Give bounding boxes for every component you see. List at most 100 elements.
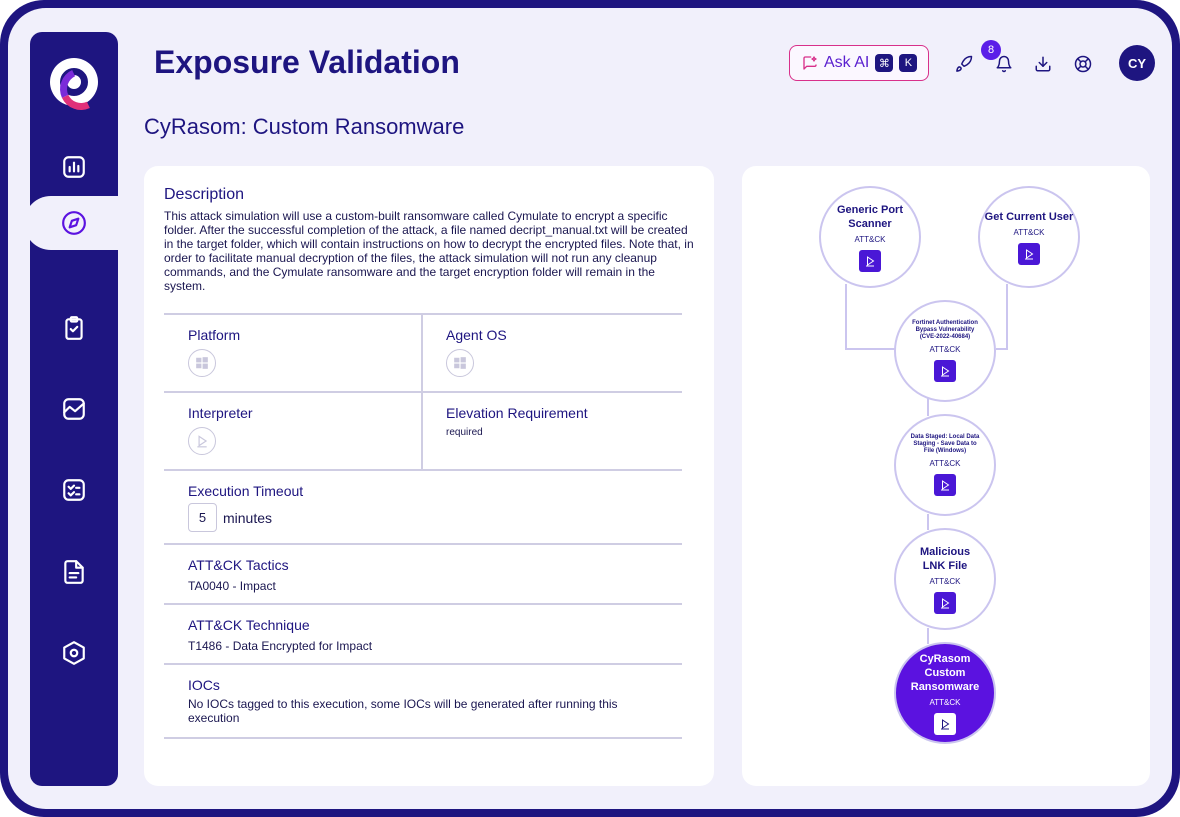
- logo-icon: [60, 68, 88, 96]
- compass-icon: [62, 211, 86, 235]
- flow-connector: [845, 284, 847, 350]
- rocket-button[interactable]: [952, 52, 976, 76]
- flow-connector: [845, 348, 897, 350]
- node-subtitle: ATT&CK: [929, 697, 961, 707]
- divider: [164, 313, 682, 315]
- shortcut-mod-key: ⌘: [875, 54, 894, 72]
- sidebar-item-checklist[interactable]: [30, 463, 118, 517]
- node-subtitle: ATT&CK: [1013, 227, 1045, 237]
- hexagon-settings-icon: [63, 641, 85, 665]
- timeout-field: Execution Timeout 5 minutes: [188, 483, 303, 532]
- flow-node[interactable]: Generic Port Scanner ATT&CK: [819, 186, 921, 288]
- elevation-field: Elevation Requirement required: [446, 405, 588, 438]
- windows-icon: [446, 349, 474, 377]
- divider: [164, 737, 682, 739]
- play-icon[interactable]: [934, 360, 956, 382]
- app-frame: Exposure Validation Ask AI ⌘ K 8 CY CyRa…: [0, 0, 1180, 817]
- node-title: Fortinet Authentication Bypass Vulnerabi…: [912, 320, 978, 340]
- sidebar-item-explore[interactable]: [30, 196, 118, 250]
- sidebar-item-dashboard[interactable]: [30, 140, 118, 194]
- flow-node[interactable]: Get Current User ATT&CK: [978, 186, 1080, 288]
- divider: [164, 663, 682, 665]
- interpreter-field: Interpreter: [188, 405, 253, 455]
- play-icon[interactable]: [934, 712, 956, 735]
- iocs-label: IOCs: [188, 677, 220, 693]
- play-icon: [188, 427, 216, 455]
- elevation-value: required: [446, 427, 483, 438]
- sidebar-item-analytics[interactable]: [30, 382, 118, 436]
- node-subtitle: ATT&CK: [854, 234, 886, 244]
- platform-field: Platform: [188, 327, 240, 377]
- flow-node-active[interactable]: CyRasom Custom Ransomware ATT&CK: [894, 642, 996, 744]
- play-icon[interactable]: [1018, 242, 1040, 265]
- node-title: CyRasom Custom Ransomware: [910, 652, 980, 693]
- flow-connector: [996, 348, 1008, 350]
- divider: [164, 543, 682, 545]
- iocs-field: IOCs No IOCs tagged to this execution, s…: [188, 677, 668, 725]
- node-title: Data Staged: Local Data Staging - Save D…: [910, 434, 980, 454]
- play-icon[interactable]: [859, 249, 881, 272]
- description-label: Description: [164, 186, 245, 203]
- tactics-label: ATT&CK Tactics: [188, 557, 289, 573]
- flow-node[interactable]: Data Staged: Local Data Staging - Save D…: [894, 414, 996, 516]
- details-card: Description This attack simulation will …: [144, 166, 714, 786]
- user-avatar[interactable]: CY: [1119, 45, 1155, 81]
- checklist-icon: [63, 479, 85, 501]
- technique-field: ATT&CK Technique T1486 - Data Encrypted …: [188, 617, 372, 653]
- download-button[interactable]: [1031, 52, 1055, 76]
- play-icon[interactable]: [934, 591, 956, 614]
- chart-icon: [63, 156, 85, 178]
- rocket-icon: [956, 55, 973, 72]
- clipboard-check-icon: [65, 316, 83, 340]
- node-subtitle: ATT&CK: [929, 576, 961, 586]
- technique-value: T1486 - Data Encrypted for Impact: [188, 639, 373, 653]
- flow-node[interactable]: Malicious LNK File ATT&CK: [894, 528, 996, 630]
- flow-node[interactable]: Fortinet Authentication Bypass Vulnerabi…: [894, 300, 996, 402]
- ask-ai-button[interactable]: Ask AI ⌘ K: [789, 45, 929, 81]
- tactics-field: ATT&CK Tactics TA0040 - Impact: [188, 557, 289, 593]
- attack-title: CyRasom: Custom Ransomware: [144, 114, 465, 139]
- description-text: This attack simulation will use a custom…: [164, 209, 694, 293]
- divider: [164, 469, 682, 471]
- interpreter-label: Interpreter: [188, 405, 253, 421]
- timeout-unit: minutes: [223, 509, 273, 526]
- tactics-value: TA0040 - Impact: [188, 579, 276, 593]
- technique-label: ATT&CK Technique: [188, 617, 310, 633]
- flow-connector: [1006, 284, 1008, 350]
- play-icon[interactable]: [934, 474, 956, 496]
- divider: [164, 603, 682, 605]
- node-subtitle: ATT&CK: [929, 459, 961, 468]
- notification-badge: 8: [981, 40, 1001, 60]
- ask-ai-label: Ask AI: [824, 54, 870, 71]
- line-chart-icon: [63, 398, 85, 420]
- lifebuoy-icon: [1074, 55, 1092, 73]
- sidebar-item-settings[interactable]: [30, 626, 118, 680]
- app-window: Exposure Validation Ask AI ⌘ K 8 CY CyRa…: [8, 8, 1172, 809]
- attack-flow-card: Generic Port Scanner ATT&CK Get Current …: [742, 166, 1150, 786]
- bell-icon: [996, 55, 1012, 73]
- shortcut-k-key: K: [899, 54, 918, 72]
- node-subtitle: ATT&CK: [929, 345, 961, 354]
- flow-connector: [927, 628, 929, 644]
- flow-connector: [927, 514, 929, 530]
- timeout-input[interactable]: 5: [188, 503, 217, 532]
- divider: [164, 391, 682, 393]
- windows-icon: [188, 349, 216, 377]
- node-title: Get Current User: [984, 210, 1074, 223]
- elevation-label: Elevation Requirement: [446, 405, 588, 421]
- agent-os-field: Agent OS: [446, 327, 507, 377]
- node-title: Malicious LNK File: [919, 545, 971, 572]
- help-button[interactable]: [1071, 52, 1095, 76]
- logo[interactable]: [50, 58, 98, 106]
- flow-connector: [927, 398, 929, 416]
- download-icon: [1035, 56, 1051, 72]
- sidebar-item-documents[interactable]: [30, 545, 118, 599]
- sidebar-item-tasks[interactable]: [30, 301, 118, 355]
- agent-os-label: Agent OS: [446, 327, 507, 343]
- page-title: Exposure Validation: [154, 44, 460, 80]
- platform-label: Platform: [188, 327, 241, 343]
- ai-chat-icon: [803, 56, 817, 70]
- timeout-label: Execution Timeout: [188, 483, 304, 499]
- document-icon: [64, 560, 84, 584]
- node-title: Generic Port Scanner: [836, 203, 904, 230]
